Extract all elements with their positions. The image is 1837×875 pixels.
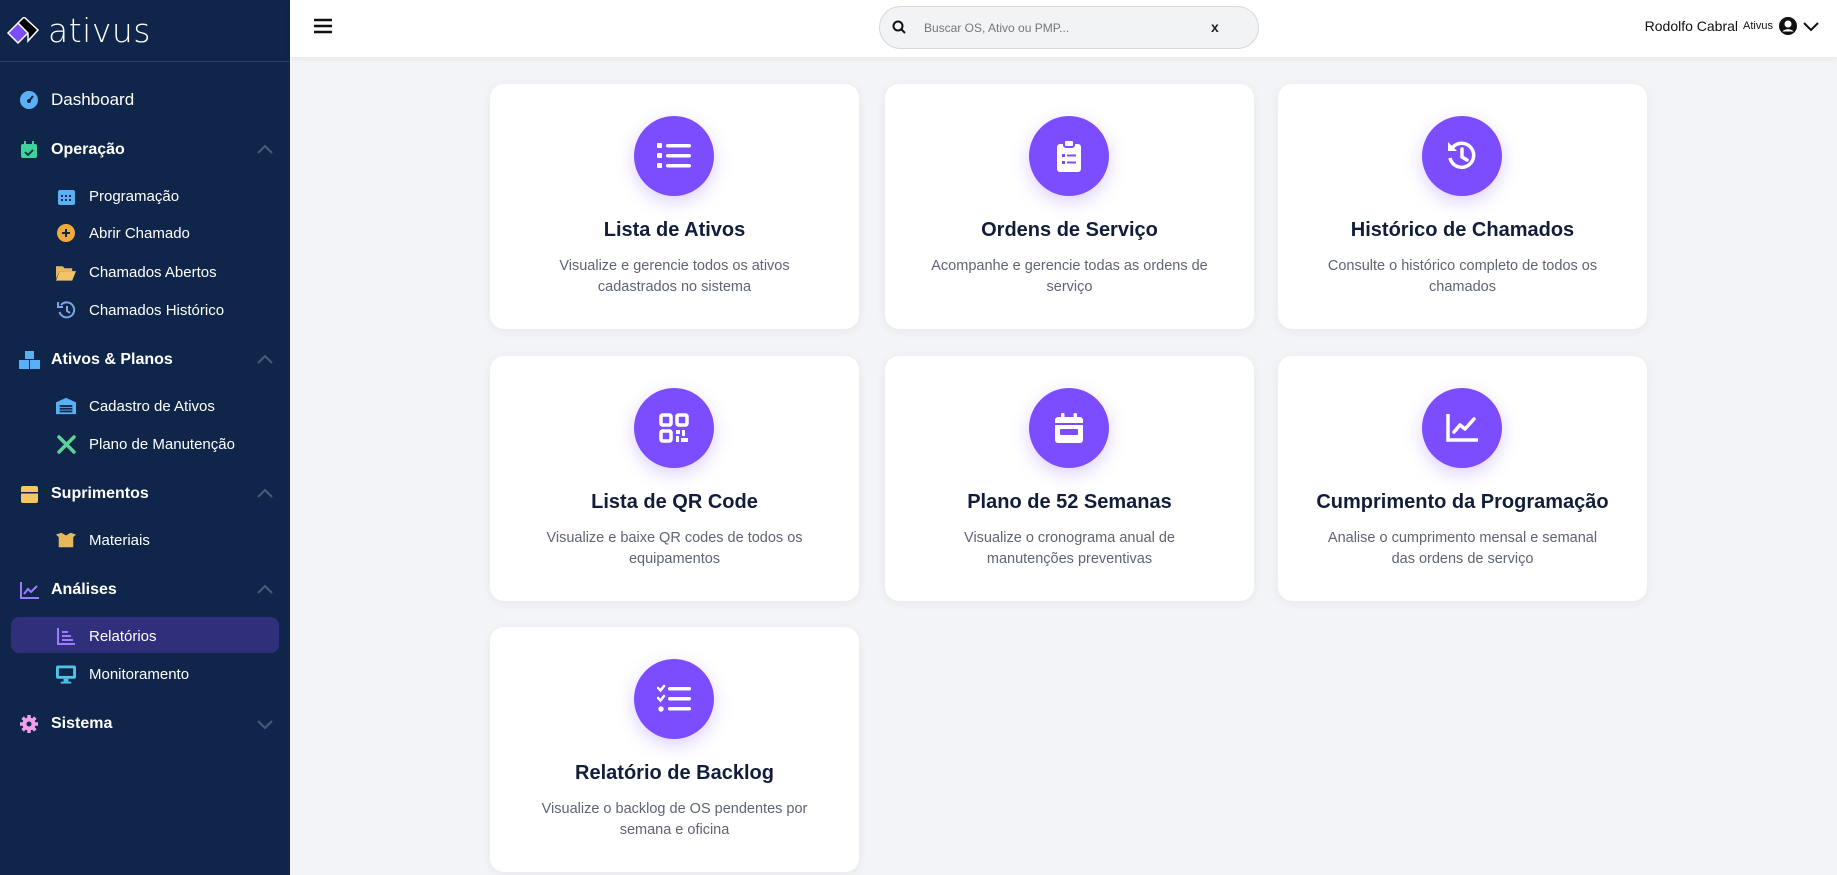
chevron-up-icon[interactable] — [256, 351, 274, 369]
history-icon — [56, 300, 76, 320]
tools-icon — [56, 434, 76, 454]
card-ordens-de-servico[interactable]: Ordens de Serviço Acompanhe e gerencie to… — [885, 84, 1254, 329]
card-description: Visualize o backlog de OS pendentes por … — [541, 801, 808, 838]
folder-open-icon — [56, 262, 76, 282]
logo-icon — [6, 16, 40, 44]
card-title: Lista de QR Code — [591, 491, 758, 513]
card-historico-de-chamados[interactable]: Histórico de Chamados Consulte o históric… — [1278, 84, 1647, 329]
search-icon[interactable] — [892, 20, 907, 35]
monitor-icon — [56, 664, 76, 684]
user-name: Rodolfo Cabral — [1644, 18, 1739, 34]
chevron-down-icon[interactable] — [1803, 20, 1819, 32]
user-menu[interactable]: Rodolfo Cabral Ativus — [1645, 16, 1819, 36]
sidebar-item-materiais[interactable]: Materiais — [0, 530, 290, 550]
card-description: Acompanhe e gerencie todas as ordens de … — [931, 258, 1208, 295]
card-relatorio-de-backlog[interactable]: Relatório de Backlog Visualize o backlog … — [490, 627, 859, 872]
sidebar-item-abrir-chamado[interactable]: Abrir Chamado — [0, 223, 290, 243]
box-open-icon — [56, 530, 76, 550]
sidebar-item-dashboard[interactable]: Dashboard — [0, 89, 290, 111]
sidebar-item-cadastro-ativos[interactable]: Cadastro de Ativos — [0, 396, 290, 416]
history-icon — [1422, 116, 1502, 196]
card-plano-de-52-semanas[interactable]: Plano de 52 Semanas Visualize o cronogram… — [885, 356, 1254, 601]
chevron-up-icon[interactable] — [256, 581, 274, 599]
chevron-up-icon[interactable] — [256, 141, 274, 159]
calendar-check-icon — [18, 139, 40, 161]
sidebar: ativus Dashboard Operação Programação Ab… — [0, 0, 290, 875]
calendar-icon — [1029, 388, 1109, 468]
chart-bar-icon — [56, 626, 76, 646]
clipboard-icon — [1029, 116, 1109, 196]
card-title: Cumprimento da Programação — [1316, 491, 1609, 513]
search-bar: x — [879, 6, 1259, 49]
calendar-icon — [56, 186, 76, 206]
card-title: Histórico de Chamados — [1350, 219, 1575, 241]
sidebar-item-programacao[interactable]: Programação — [0, 186, 290, 206]
chevron-down-icon[interactable] — [256, 715, 274, 733]
sidebar-item-chamados-abertos[interactable]: Chamados Abertos — [0, 262, 290, 282]
box-icon — [18, 483, 40, 505]
chevron-up-icon[interactable] — [256, 485, 274, 503]
user-circle-icon — [1779, 17, 1797, 35]
card-title: Lista de Ativos — [603, 219, 746, 241]
card-cumprimento-da-programacao[interactable]: Cumprimento da Programação Analise o cump… — [1278, 356, 1647, 601]
clear-search-button[interactable]: x — [1211, 19, 1219, 35]
sidebar-item-monitoramento[interactable]: Monitoramento — [0, 664, 290, 684]
plus-circle-icon — [56, 223, 76, 243]
sidebar-section-analises[interactable]: Análises — [0, 579, 290, 601]
card-title: Relatório de Backlog — [575, 762, 774, 784]
chart-line-icon — [18, 579, 40, 601]
logo[interactable]: ativus — [0, 0, 290, 62]
list-check-icon — [634, 659, 714, 739]
gauge-icon — [18, 89, 40, 111]
search-input[interactable] — [924, 17, 1204, 39]
card-description: Visualize e baixe QR codes de todos os e… — [546, 530, 803, 567]
card-description: Visualize e gerencie todos os ativos cad… — [559, 258, 790, 295]
warehouse-icon — [56, 396, 76, 416]
sidebar-item-chamados-historico[interactable]: Chamados Histórico — [0, 300, 290, 320]
logo-text: ativus — [48, 11, 151, 50]
gear-icon — [18, 713, 40, 735]
topbar: x Rodolfo Cabral Ativus — [290, 0, 1837, 57]
card-lista-de-ativos[interactable]: Lista de Ativos Visualize e gerencie todo… — [490, 84, 859, 329]
card-description: Analise o cumprimento mensal e semanal d… — [1327, 530, 1598, 567]
card-description: Consulte o histórico completo de todos o… — [1327, 258, 1598, 295]
chart-line-icon — [1422, 388, 1502, 468]
boxes-icon — [18, 349, 40, 371]
card-lista-de-qr-code[interactable]: Lista de QR Code Visualize e baixe QR cod… — [490, 356, 859, 601]
sidebar-section-operacao[interactable]: Operação — [0, 139, 290, 161]
card-title: Plano de 52 Semanas — [967, 491, 1172, 513]
card-title: Ordens de Serviço — [981, 219, 1158, 241]
user-role: Ativus — [1743, 20, 1773, 32]
sidebar-item-relatorios[interactable]: Relatórios — [0, 626, 290, 646]
sidebar-item-plano-manutencao[interactable]: Plano de Manutenção — [0, 434, 290, 454]
menu-icon[interactable] — [314, 18, 332, 34]
list-icon — [634, 116, 714, 196]
sidebar-section-sistema[interactable]: Sistema — [0, 713, 290, 735]
sidebar-section-ativos-planos[interactable]: Ativos & Planos — [0, 349, 290, 371]
sidebar-section-suprimentos[interactable]: Suprimentos — [0, 483, 290, 505]
qrcode-icon — [634, 388, 714, 468]
card-description: Visualize o cronograma anual de manutenç… — [964, 530, 1175, 567]
